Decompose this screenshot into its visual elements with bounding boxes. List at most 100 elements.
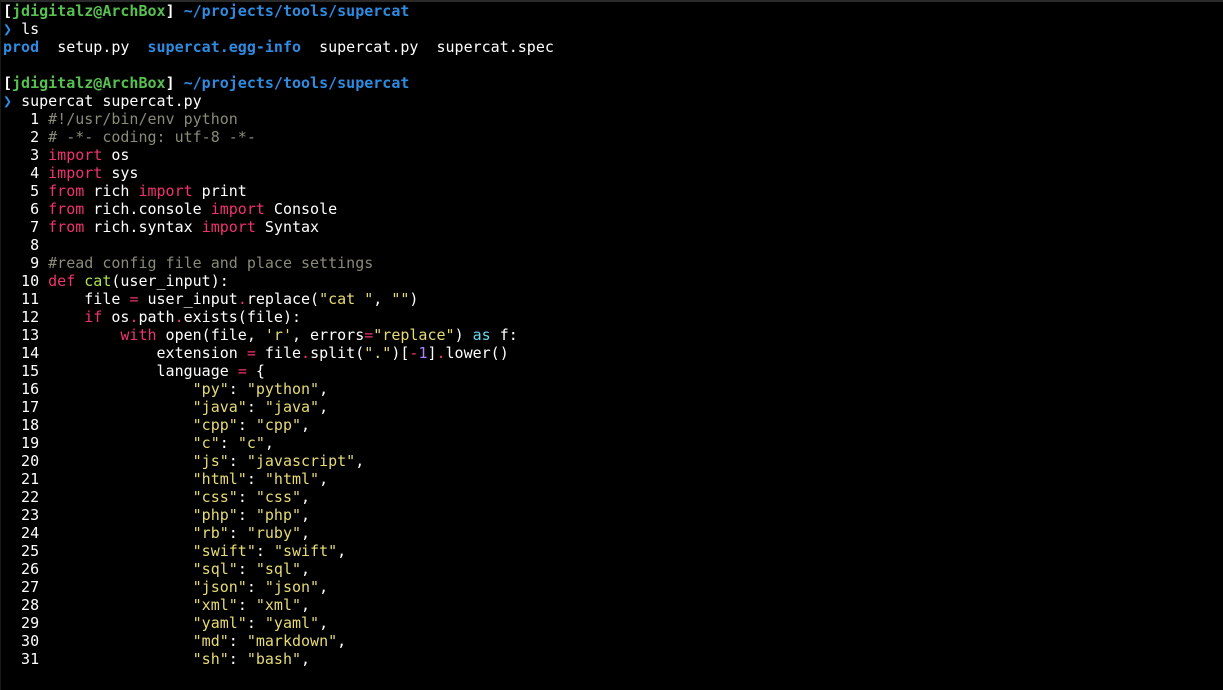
code-text: print xyxy=(192,182,247,200)
code-line: 29 "yaml": "yaml", xyxy=(3,614,1223,632)
line-number: 13 xyxy=(3,326,40,344)
line-number: 28 xyxy=(3,596,40,614)
code-text: (user_input): xyxy=(111,272,229,290)
command-line[interactable]: ❯ ls xyxy=(3,20,1223,38)
ls-entry-file: supercat.spec xyxy=(436,38,554,56)
code-text: , errors xyxy=(292,326,365,344)
code-text: replace( xyxy=(246,290,320,308)
code-text: os xyxy=(102,308,130,326)
prompt-user-host: jdigitalz@ArchBox xyxy=(12,2,166,20)
code-string: "sh" xyxy=(192,650,229,668)
code-text: : xyxy=(228,380,247,398)
ls-entry-dir: prod xyxy=(3,38,40,56)
code-line: 17 "java": "java", xyxy=(3,398,1223,416)
line-number: 22 xyxy=(3,488,40,506)
code-text: : xyxy=(246,398,265,416)
code-string: "bash" xyxy=(246,650,302,668)
prompt-user-host: jdigitalz@ArchBox xyxy=(12,74,166,92)
line-number: 20 xyxy=(3,452,40,470)
code-comment: #!/usr/bin/env python xyxy=(48,110,238,128)
code-text: : xyxy=(228,632,247,650)
prompt-path: ~/projects/tools/supercat xyxy=(183,2,410,20)
code-string: "php" xyxy=(255,506,302,524)
code-line: 1 #!/usr/bin/env python xyxy=(3,110,1223,128)
code-text: , xyxy=(319,614,329,632)
line-number: 25 xyxy=(3,542,40,560)
line-number: 15 xyxy=(3,362,40,380)
code-text: ) xyxy=(409,290,419,308)
code-text: , xyxy=(319,470,329,488)
code-listing: 1 #!/usr/bin/env python 2 # -*- coding: … xyxy=(3,110,1223,668)
line-number: 9 xyxy=(3,254,40,272)
code-comment: #read config file and place settings xyxy=(48,254,374,272)
prompt-chevron-icon: ❯ xyxy=(3,20,13,38)
line-number: 6 xyxy=(3,200,40,218)
line-number: 3 xyxy=(3,146,40,164)
code-line: 27 "json": "json", xyxy=(3,578,1223,596)
code-string: "css" xyxy=(255,488,302,506)
code-line: 10 def cat(user_input): xyxy=(3,272,1223,290)
code-text: : xyxy=(246,578,265,596)
code-text: path xyxy=(138,308,175,326)
code-string: "json" xyxy=(192,578,247,596)
code-text: )[ xyxy=(391,344,410,362)
code-string: "python" xyxy=(246,380,320,398)
code-string: "yaml" xyxy=(192,614,247,632)
code-keyword: from xyxy=(48,218,85,236)
code-line: 21 "html": "html", xyxy=(3,470,1223,488)
code-line: 11 file = user_input.replace("cat ", "") xyxy=(3,290,1223,308)
code-function-name: cat xyxy=(84,272,112,290)
code-line: 4 import sys xyxy=(3,164,1223,182)
code-line: 9 #read config file and place settings xyxy=(3,254,1223,272)
code-string: "c" xyxy=(237,434,265,452)
code-string: "cpp" xyxy=(255,416,302,434)
code-string: "sql" xyxy=(255,560,302,578)
code-line: 15 language = { xyxy=(3,362,1223,380)
command-line[interactable]: ❯ supercat supercat.py xyxy=(3,92,1223,110)
code-string: "xml" xyxy=(192,596,238,614)
code-text: open(file, xyxy=(156,326,265,344)
code-string: "json" xyxy=(264,578,320,596)
code-line: 14 extension = file.split(".")[-1].lower… xyxy=(3,344,1223,362)
line-number: 30 xyxy=(3,632,40,650)
code-line: 28 "xml": "xml", xyxy=(3,596,1223,614)
code-keyword: import xyxy=(210,200,265,218)
code-text: rich.console xyxy=(84,200,211,218)
code-string: "py" xyxy=(192,380,229,398)
line-number: 8 xyxy=(3,236,40,254)
line-number: 14 xyxy=(3,344,40,362)
code-text: f: xyxy=(490,326,518,344)
code-text: , xyxy=(301,524,311,542)
terminal-window[interactable]: [jdigitalz@ArchBox] ~/projects/tools/sup… xyxy=(0,0,1223,690)
code-text: , xyxy=(301,488,311,506)
code-string: "" xyxy=(391,290,410,308)
code-keyword: import xyxy=(48,146,103,164)
code-text: : xyxy=(219,434,238,452)
code-comment: # -*- coding: utf-8 -*- xyxy=(48,128,256,146)
code-text: language xyxy=(48,362,238,380)
code-string: "yaml" xyxy=(264,614,320,632)
ls-entry-dir: supercat.egg-info xyxy=(147,38,302,56)
code-operator: = xyxy=(237,362,247,380)
line-number: 7 xyxy=(3,218,40,236)
ls-entry-file: setup.py xyxy=(57,38,130,56)
code-string: "rb" xyxy=(192,524,229,542)
code-string: "javascript" xyxy=(246,452,356,470)
code-string: "cpp" xyxy=(192,416,238,434)
code-line: 8 xyxy=(3,236,1223,254)
code-operator: = xyxy=(364,326,374,344)
line-number: 1 xyxy=(3,110,40,128)
line-number: 12 xyxy=(3,308,40,326)
code-text: : xyxy=(237,416,256,434)
code-line: 24 "rb": "ruby", xyxy=(3,524,1223,542)
code-line: 12 if os.path.exists(file): xyxy=(3,308,1223,326)
